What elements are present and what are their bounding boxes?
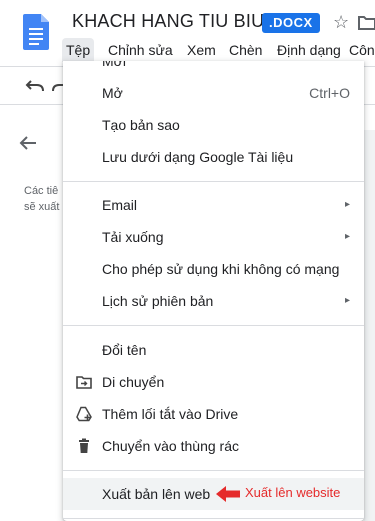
menu-item-move-to-trash[interactable]: Chuyển vào thùng rác	[63, 430, 364, 462]
annotation-text: Xuất lên website	[245, 485, 341, 500]
undo-icon[interactable]	[24, 76, 46, 96]
outline-hint-text: Các tiê sẽ xuất	[24, 183, 64, 215]
move-folder-icon	[76, 376, 92, 389]
menu-item-save-as-google-docs[interactable]: Lưu dưới dạng Google Tài liệu	[63, 141, 364, 173]
menu-item-new-cut[interactable]: Mới	[102, 61, 126, 69]
menu-item-shortcut: Ctrl+O	[309, 85, 350, 101]
menu-item-rename[interactable]: Đổi tên	[63, 334, 364, 366]
star-icon[interactable]: ☆	[333, 12, 349, 33]
menu-separator	[63, 518, 364, 519]
menu-item-label: Đổi tên	[102, 342, 147, 358]
google-docs-logo-icon[interactable]	[23, 14, 49, 50]
file-menu-dropdown: Mới Mở Ctrl+O Tạo bản sao Lưu dưới dạng …	[63, 61, 364, 521]
menu-item-label: Email	[102, 197, 138, 213]
menu-item-label: Chuyển vào thùng rác	[102, 438, 239, 454]
menu-insert[interactable]: Chèn	[225, 38, 266, 62]
menu-item-label: Lưu dưới dạng Google Tài liệu	[102, 149, 294, 165]
menu-item-label: Tải xuống	[102, 229, 164, 245]
app-header: KHACH HANG TIU BIU .DOCX ☆ Tệp Chỉnh sửa…	[0, 0, 375, 66]
outline-hint-line-2: sẽ xuất	[24, 201, 60, 213]
menu-format[interactable]: Định dạng	[273, 38, 345, 62]
move-to-folder-icon[interactable]	[357, 12, 375, 32]
menu-view[interactable]: Xem	[183, 38, 220, 62]
menu-item-offline[interactable]: Cho phép sử dụng khi không có mạng	[63, 253, 364, 285]
add-shortcut-icon	[76, 406, 92, 422]
menu-item-make-copy[interactable]: Tạo bản sao	[63, 109, 364, 141]
menu-item-download[interactable]: Tải xuống ▸	[63, 221, 364, 253]
menu-item-open[interactable]: Mở Ctrl+O	[63, 77, 364, 109]
back-arrow-icon[interactable]	[18, 133, 38, 153]
menu-item-label: Di chuyển	[102, 374, 165, 390]
menu-separator	[63, 181, 364, 182]
menu-item-label: Xuất bản lên web	[102, 486, 211, 502]
menu-separator	[63, 325, 364, 326]
file-type-badge: .DOCX	[262, 13, 320, 33]
menu-item-label: Mở	[102, 85, 123, 101]
menu-item-add-shortcut[interactable]: Thêm lối tắt vào Drive	[63, 398, 364, 430]
outline-hint-line-1: Các tiê	[24, 185, 59, 197]
menu-item-label: Lịch sử phiên bản	[102, 293, 214, 309]
submenu-arrow-icon: ▸	[344, 199, 350, 210]
menu-item-email[interactable]: Email ▸	[63, 189, 364, 221]
menu-tools[interactable]: Côn	[345, 38, 375, 62]
menu-item-version-history[interactable]: Lịch sử phiên bản ▸	[63, 285, 364, 317]
scrollbar-track[interactable]	[364, 130, 375, 521]
menu-item-label: Cho phép sử dụng khi không có mạng	[102, 261, 340, 277]
trash-icon	[79, 438, 89, 453]
menu-item-label: Thêm lối tắt vào Drive	[102, 406, 239, 422]
document-title[interactable]: KHACH HANG TIU BIU	[72, 11, 264, 32]
submenu-arrow-icon: ▸	[344, 295, 350, 306]
menu-item-label: Tạo bản sao	[102, 117, 180, 133]
menu-item-move[interactable]: Di chuyển	[63, 366, 364, 398]
menu-separator	[63, 470, 364, 471]
red-arrow-annotation-icon	[216, 486, 240, 502]
menu-file[interactable]: Tệp	[62, 38, 95, 62]
submenu-arrow-icon: ▸	[344, 231, 350, 242]
menu-edit[interactable]: Chỉnh sửa	[104, 38, 177, 62]
